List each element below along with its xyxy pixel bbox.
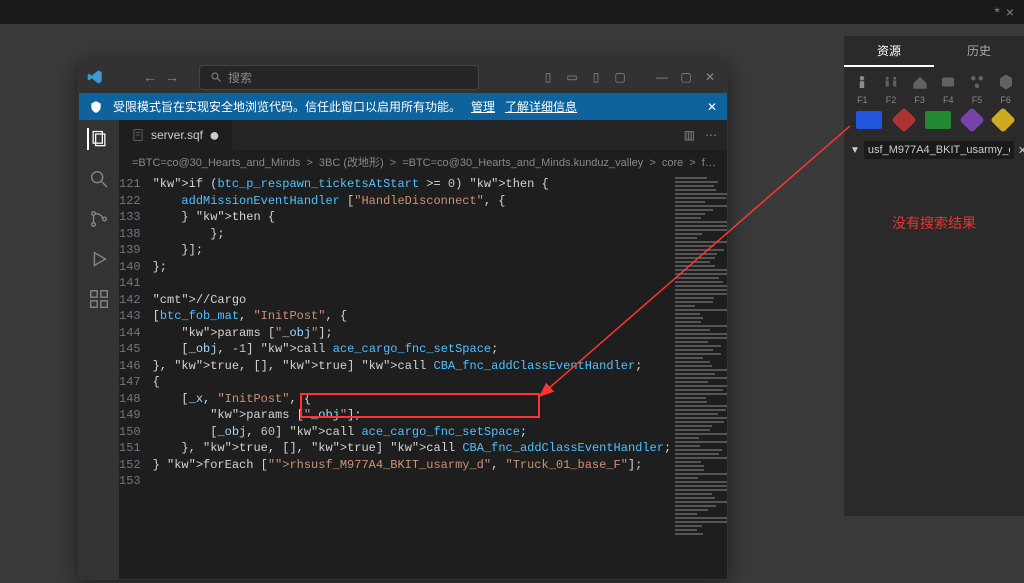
vscode-command-search[interactable]: 搜索 (199, 65, 479, 90)
right-panel: 资源 历史 F1 F2 F3 F4 F5 F6 ▼ ✕ ▭ ⋮ 没有搜索结果 (844, 36, 1024, 516)
layout-panel-icon[interactable]: ▢ (611, 70, 629, 84)
fn-f3[interactable]: F3 (911, 73, 929, 105)
expand-arrow-icon[interactable]: ▼ (850, 145, 860, 156)
color-swatches (844, 107, 1024, 137)
split-editor-icon[interactable]: ▥ (684, 128, 695, 142)
minimize-icon[interactable]: — (653, 70, 671, 84)
extensions-icon[interactable] (88, 288, 110, 310)
vscode-window: ← → 搜索 ▯ ▭ ▯ ▢ — ▢ ✕ 受限模式旨在实现安全地浏览代码。信任此… (78, 60, 728, 580)
vscode-activity-bar (79, 120, 119, 579)
clear-search-icon[interactable]: ✕ (1018, 144, 1024, 156)
fn-f6[interactable]: F6 (997, 73, 1015, 105)
tab-history[interactable]: 历史 (934, 36, 1024, 67)
close-window-icon[interactable]: ✕ (701, 70, 719, 84)
no-results-label: 没有搜索结果 (844, 213, 1024, 233)
maximize-icon[interactable]: ▢ (677, 70, 695, 84)
explorer-icon[interactable] (87, 128, 109, 150)
tab-filename: server.sqf (151, 128, 203, 142)
search-placeholder: 搜索 (228, 69, 252, 86)
search-side-icon[interactable] (88, 168, 110, 190)
line-gutter: 121 122 133 138 139 140 141 142 143 144 … (119, 174, 153, 579)
tab-server-sqf[interactable]: server.sqf ● (119, 120, 233, 152)
swatch-blue[interactable] (856, 111, 882, 129)
code-editor[interactable]: 121 122 133 138 139 140 141 142 143 144 … (119, 174, 727, 579)
restricted-mode-banner: 受限模式旨在实现安全地浏览代码。信任此窗口以启用所有功能。 管理 了解详细信息 … (79, 93, 727, 120)
code-content[interactable]: "kw">if (btc_p_respawn_ticketsAtStart >=… (153, 174, 672, 579)
banner-text: 受限模式旨在实现安全地浏览代码。信任此窗口以启用所有功能。 (113, 98, 461, 115)
shield-icon (89, 100, 103, 114)
asset-search-input[interactable] (864, 141, 1014, 159)
nav-fwd-icon[interactable]: → (165, 69, 179, 85)
fn-f4[interactable]: F4 (939, 73, 957, 105)
vscode-tabbar: server.sqf ● ▥ ⋯ (119, 120, 727, 150)
banner-learn-link[interactable]: 了解详细信息 (505, 98, 577, 115)
minimap[interactable] (671, 174, 727, 579)
asset-search-row: ▼ ✕ ▭ ⋮ (844, 137, 1024, 163)
debug-icon[interactable] (88, 248, 110, 270)
source-control-icon[interactable] (88, 208, 110, 230)
banner-close-icon[interactable]: ✕ (707, 100, 717, 114)
right-tabs: 资源 历史 (844, 36, 1024, 67)
star-icon[interactable]: * (994, 4, 999, 20)
dirty-dot-icon: ● (209, 125, 220, 146)
layout-bottom-icon[interactable]: ▭ (563, 70, 581, 84)
layout-left-icon[interactable]: ▯ (539, 70, 557, 84)
fn-f1[interactable]: F1 (853, 73, 871, 105)
search-icon (210, 71, 222, 83)
fn-f5[interactable]: F5 (968, 73, 986, 105)
fn-row: F1 F2 F3 F4 F5 F6 (844, 67, 1024, 107)
file-icon (131, 128, 145, 142)
close-icon[interactable]: × (1006, 4, 1014, 20)
vscode-titlebar[interactable]: ← → 搜索 ▯ ▭ ▯ ▢ — ▢ ✕ (79, 61, 727, 93)
vscode-logo-icon (87, 69, 103, 85)
banner-manage-link[interactable]: 管理 (471, 98, 495, 115)
nav-back-icon[interactable]: ← (143, 69, 157, 85)
breadcrumb[interactable]: =BTC=co@30_Hearts_and_Minds > 3BC (改地形) … (119, 150, 727, 174)
swatch-purple[interactable] (960, 107, 985, 132)
tab-assets[interactable]: 资源 (844, 36, 934, 67)
fn-f2[interactable]: F2 (882, 73, 900, 105)
swatch-green[interactable] (925, 111, 951, 129)
swatch-yellow[interactable] (990, 107, 1015, 132)
layout-right-icon[interactable]: ▯ (587, 70, 605, 84)
swatch-red[interactable] (891, 107, 916, 132)
more-actions-icon[interactable]: ⋯ (705, 128, 717, 142)
app-titlebar: * × (0, 0, 1024, 24)
